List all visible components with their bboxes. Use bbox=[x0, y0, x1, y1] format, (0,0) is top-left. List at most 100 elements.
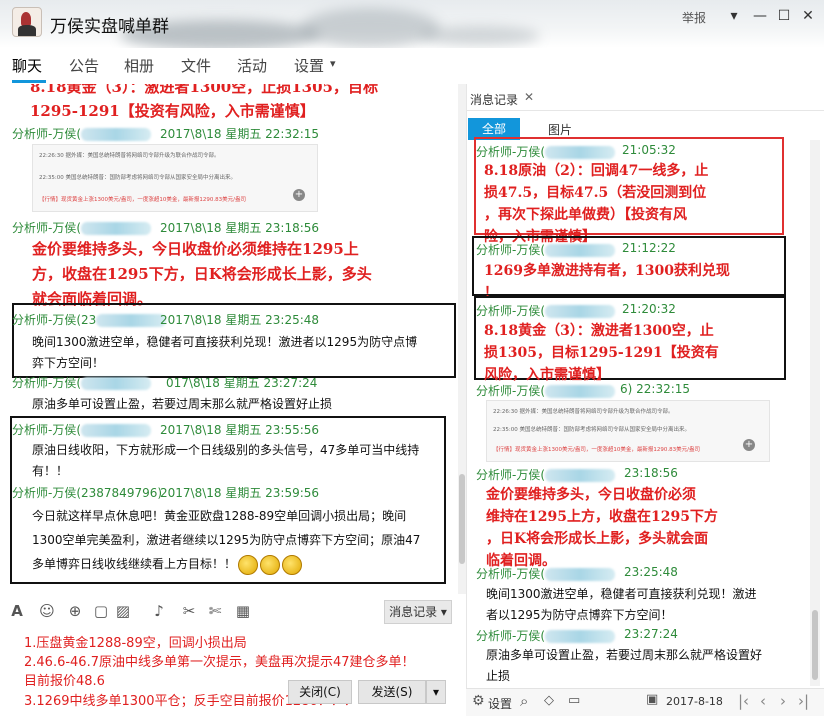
font-icon[interactable]: A bbox=[8, 602, 26, 620]
message-time: 2017\8\18 星期五 23:25:48 bbox=[160, 313, 320, 327]
settings-gear-icon[interactable]: ⚙ bbox=[472, 693, 485, 709]
last-page-icon[interactable]: ›| bbox=[798, 692, 809, 710]
redacted-id bbox=[545, 385, 616, 398]
screenshot-icon[interactable]: ✂ bbox=[180, 602, 198, 620]
image-text-row: 22:26:30 据外媒：美国总统特朗普将网络司令部升级为联合作战司令部。 bbox=[39, 153, 220, 159]
message-text: 原油多单可设置止盈，若要过周末那么就严格设置好止损 bbox=[32, 397, 333, 411]
zoom-plus-icon[interactable]: + bbox=[743, 439, 755, 451]
active-tab-indicator bbox=[12, 80, 46, 83]
message-sender[interactable]: 分析师-万侯( bbox=[12, 219, 152, 236]
apps-icon[interactable]: ▦ bbox=[234, 602, 252, 620]
calendar-icon[interactable]: ▣ bbox=[646, 692, 658, 707]
message-time: 017\8\18 星期五 23:27:24 bbox=[166, 376, 318, 390]
message-sender[interactable]: 分析师-万侯(23 bbox=[12, 311, 167, 328]
message-time: 2017\8\18 星期五 23:59:56 bbox=[160, 486, 320, 500]
moon-emoji-icon bbox=[260, 554, 281, 575]
send-options-chevron-icon[interactable]: ▾ bbox=[426, 680, 446, 704]
close-history-icon[interactable]: ✕ bbox=[524, 90, 534, 104]
redacted-id bbox=[545, 469, 616, 482]
tab-settings[interactable]: 设置 bbox=[294, 55, 324, 76]
search-icon[interactable]: ⌕ bbox=[520, 692, 528, 710]
message-sender[interactable]: 分析师-万侯(2387849796) bbox=[12, 484, 162, 501]
window-title: 万侯实盘喊单群 bbox=[50, 17, 169, 37]
filter-images-tab[interactable]: 图片 bbox=[548, 121, 572, 138]
tab-announcement[interactable]: 公告 bbox=[69, 55, 99, 76]
message-text: 晚间1300激进空单，稳健者可直接获利兑现！激进者以1295为防守点博 弈下方空… bbox=[32, 335, 418, 370]
message-red-text: 8.18黄金（3）：激进者1300空，止 损1305，目标1295-1291【投资… bbox=[484, 323, 719, 383]
chat-history[interactable]: 8.18黄金（3）：激进者1300空，止损1305，目标 1295-1291【投… bbox=[0, 84, 458, 594]
first-page-icon[interactable]: |‹ bbox=[738, 692, 749, 710]
gif-icon[interactable]: ⊕ bbox=[66, 602, 84, 620]
message-sender[interactable]: 分析师-万侯( bbox=[12, 125, 152, 142]
settings-chevron-down-icon[interactable]: ▾ bbox=[330, 57, 336, 70]
voice-icon[interactable]: ♪ bbox=[150, 602, 168, 620]
image-text-row: 【行情】现货黄金上涨1300美元/盎司，一度涨超10美金，最新报1290.83美… bbox=[493, 447, 700, 453]
message-red-text: 1295-1291【投资有风险，入市需谨慎】 bbox=[30, 102, 315, 120]
group-avatar[interactable] bbox=[12, 7, 42, 37]
dropdown-icon[interactable]: ▾ bbox=[722, 8, 746, 24]
close-button[interactable]: 关闭(C) bbox=[288, 680, 352, 704]
tab-activity[interactable]: 活动 bbox=[237, 55, 267, 76]
history-settings-label[interactable]: 设置 bbox=[488, 695, 512, 712]
message-sender[interactable]: 分析师-万侯( bbox=[476, 382, 616, 399]
history-panel-title: 消息记录 bbox=[470, 93, 519, 107]
redacted-id bbox=[81, 128, 152, 141]
message-sender[interactable]: 分析师-万侯( bbox=[476, 466, 616, 483]
scissors-icon[interactable]: ✄ bbox=[206, 602, 224, 620]
message-sender[interactable]: 分析师-万侯( bbox=[476, 565, 616, 582]
message-time: 23:27:24 bbox=[624, 627, 678, 641]
message-sender[interactable]: 分析师-万侯( bbox=[476, 241, 616, 258]
zoom-plus-icon[interactable]: + bbox=[293, 189, 305, 201]
message-image[interactable]: 22:26:30 据外媒：美国总统特朗普将网络司令部升级为联合作战司令部。 22… bbox=[32, 144, 318, 212]
message-image[interactable]: 22:26:30 据外媒：美国总统特朗普将网络司令部升级为联合作战司令部。 22… bbox=[486, 400, 770, 462]
close-icon[interactable]: ✕ bbox=[796, 8, 820, 24]
history-scrollbar[interactable] bbox=[810, 140, 820, 686]
previous-page-icon[interactable]: ‹ bbox=[760, 692, 766, 710]
message-red-text: 金价要维持多头，今日收盘价必须 维持在1295上方，收盘在1295下方 ，日K将会形… bbox=[486, 487, 718, 569]
shake-icon[interactable]: ▢ bbox=[92, 602, 110, 620]
redacted-id bbox=[545, 305, 616, 318]
scrollbar-thumb[interactable] bbox=[812, 610, 818, 680]
tab-chat[interactable]: 聊天 bbox=[12, 55, 42, 76]
message-text: 晚间1300激进空单，稳健者可直接获利兑现！激进 者以1295为防守点博弈下方空间… bbox=[486, 587, 757, 622]
message-time: 23:25:48 bbox=[624, 565, 678, 579]
message-history-button[interactable]: 消息记录 ▾ bbox=[384, 600, 452, 624]
bookmark-icon[interactable]: ◇ bbox=[544, 693, 554, 708]
send-button[interactable]: 发送(S) bbox=[358, 680, 426, 704]
maximize-icon[interactable]: ☐ bbox=[772, 8, 796, 24]
scrollbar-thumb[interactable] bbox=[459, 474, 465, 564]
tab-files[interactable]: 文件 bbox=[181, 55, 211, 76]
message-time: 2017\8\18 星期五 22:32:15 bbox=[160, 127, 320, 141]
chat-scrollbar[interactable] bbox=[458, 84, 466, 594]
image-text-row: 22:26:30 据外媒：美国总统特朗普将网络司令部升级为联合作战司令部。 bbox=[493, 409, 674, 415]
message-text: 今日就这样早点休息吧！黄金亚欧盘1288-89空单回调小损出局；晚间 1300空… bbox=[32, 504, 420, 576]
message-sender[interactable]: 分析师-万侯( bbox=[476, 143, 616, 160]
message-sender[interactable]: 分析师-万侯( bbox=[476, 627, 616, 644]
image-text-row: 22:35:00 美国总统特朗普：国防部考虑将网络司令部从国家安全局中分离出来。 bbox=[493, 427, 690, 433]
message-time: 21:20:32 bbox=[622, 302, 676, 316]
message-sender[interactable]: 分析师-万侯( bbox=[12, 421, 152, 438]
message-sender[interactable]: 分析师-万侯( bbox=[476, 302, 616, 319]
message-time: 23:18:56 bbox=[624, 466, 678, 480]
divider bbox=[466, 110, 824, 111]
image-text-row: 【行情】现货黄金上涨1300美元/盎司，一度涨超10美金，最新报1290.83美… bbox=[39, 197, 246, 203]
chat-bubble-icon[interactable]: ▭ bbox=[568, 693, 580, 708]
minimize-icon[interactable]: — bbox=[748, 8, 772, 24]
next-page-icon[interactable]: › bbox=[780, 692, 786, 710]
message-sender[interactable]: 分析师-万侯( bbox=[12, 374, 152, 391]
message-text: 原油日线收阳，下方就形成一个日线级别的多头信号，47多单可当中线持 有！！ bbox=[32, 443, 420, 478]
message-red-text: 8.18原油（2）：回调47一线多，止 损47.5，目标47.5（若没回测到位 ，再… bbox=[484, 163, 709, 245]
image-icon[interactable]: ▨ bbox=[114, 602, 132, 620]
emoji-icon[interactable]: ☺ bbox=[38, 602, 56, 620]
moon-emoji-icon bbox=[282, 554, 303, 575]
message-time: 2017\8\18 星期五 23:55:56 bbox=[160, 423, 320, 437]
input-text-line: 1.压盘黄金1288-89空，回调小损出局 bbox=[24, 636, 247, 651]
input-text-line: 2.46.6-46.7原油中线多单第一次提示，美盘再次提示47建仓多单！ bbox=[24, 655, 415, 670]
group-tabs: 聊天 公告 相册 文件 活动 设置 ▾ bbox=[0, 48, 465, 84]
tab-album[interactable]: 相册 bbox=[124, 55, 154, 76]
redacted-id bbox=[545, 568, 616, 581]
redacted-id bbox=[81, 424, 152, 437]
image-text-row: 22:35:00 美国总统特朗普：国防部考虑将网络司令部从国家安全局中分离出来。 bbox=[39, 175, 236, 181]
report-link[interactable]: 举报 bbox=[682, 9, 706, 26]
redacted-id bbox=[96, 314, 167, 327]
